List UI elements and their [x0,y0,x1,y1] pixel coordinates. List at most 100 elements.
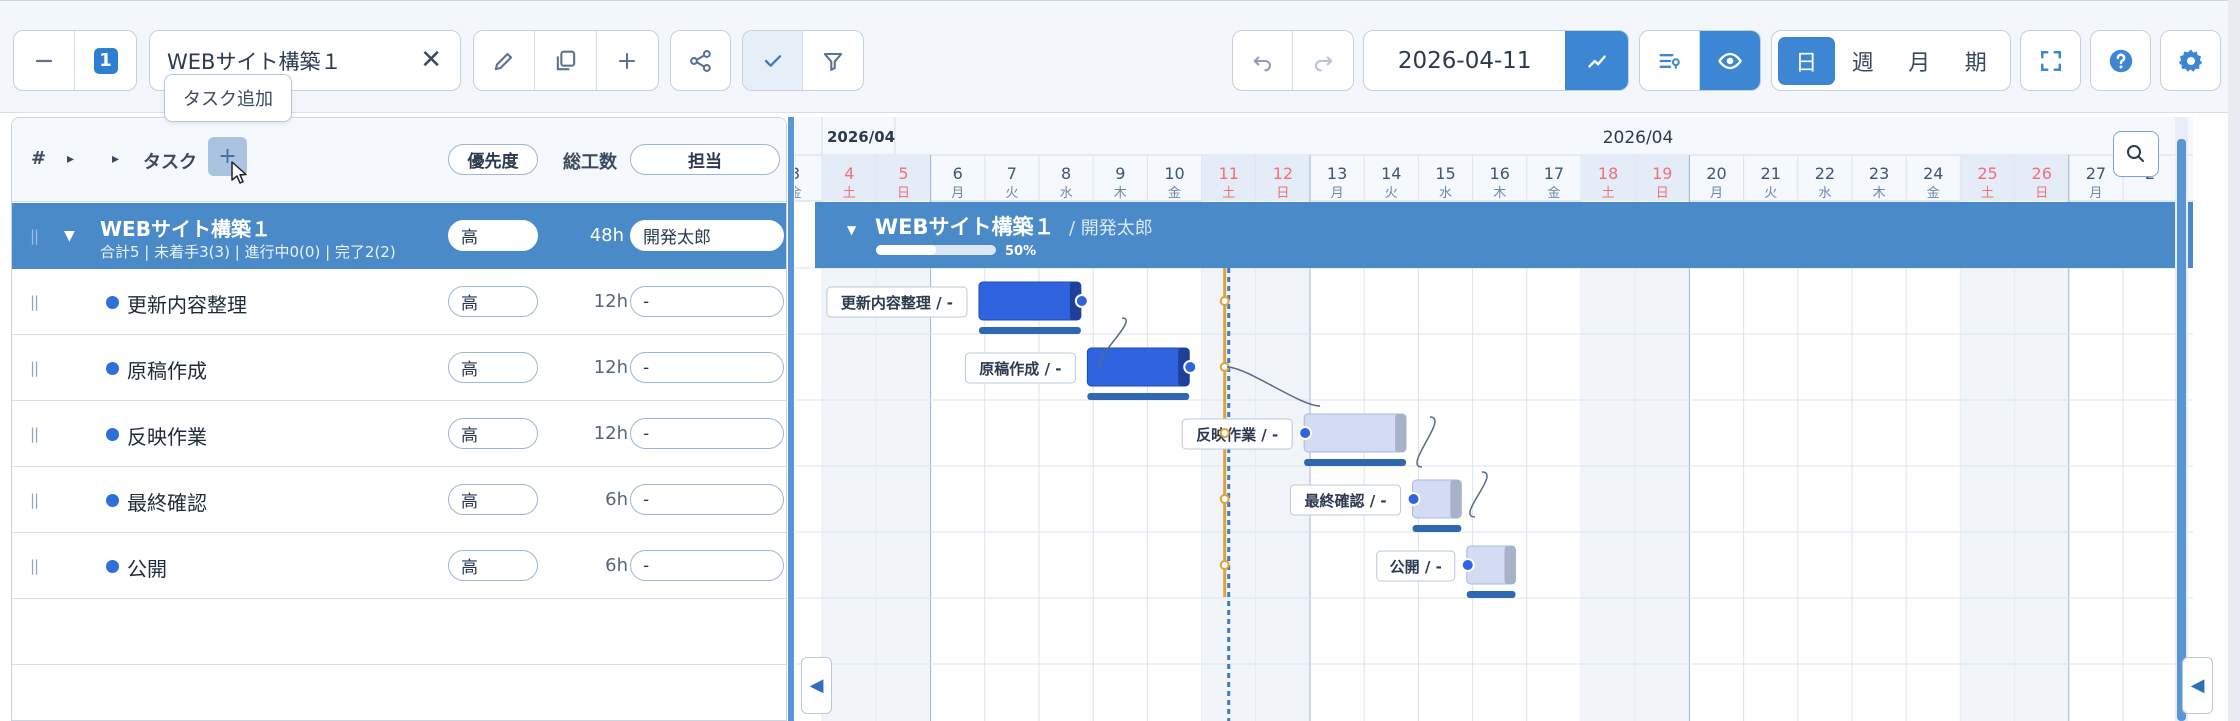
group-priority[interactable]: 高 [448,220,538,251]
table-row[interactable]: || 更新内容整理 高 12h - [12,269,786,335]
collapse-left-button[interactable]: ◀ [801,657,832,714]
task-assignee[interactable]: - [630,418,784,449]
task-bar[interactable] [1303,413,1407,453]
header-priority[interactable]: 優先度 [448,144,538,175]
holiday-column-bg [822,201,877,721]
date-picker[interactable]: 2026-04-11 [1363,30,1629,91]
day-number: 27 [2086,164,2106,183]
today-row-marker [1219,560,1230,570]
task-priority[interactable]: 高 [448,286,538,317]
task-bar-underline [978,327,1081,334]
task-priority[interactable]: 高 [448,418,538,449]
settings-button[interactable] [2160,30,2221,91]
day-number: 13 [1327,164,1347,183]
gantt-search-button[interactable] [2113,131,2159,177]
weekday-label: 月 [2089,186,2102,201]
status-dot-icon [106,560,119,573]
check-button[interactable] [743,31,804,90]
dependency-dot[interactable] [1460,558,1475,572]
view-month-button[interactable]: 月 [1891,37,1948,85]
chevron-left-icon: ◀ [809,675,824,696]
pencil-icon [494,52,513,70]
task-bar-handle[interactable] [1450,480,1462,518]
header-assignee[interactable]: 担当 [630,144,780,175]
trend-button[interactable] [1565,31,1628,90]
collapse-triangle-icon[interactable]: ▼ [64,228,75,244]
group-progress-label: 50% [1005,244,1036,259]
weekday-label: 水 [1439,186,1452,201]
dependency-dot[interactable] [1406,492,1421,506]
undo-button[interactable] [1233,31,1294,90]
drag-handle-icon[interactable]: || [30,293,39,311]
right-scrollbar[interactable] [2175,117,2188,721]
task-name: 公開 [127,557,167,581]
redo-button[interactable] [1293,31,1353,90]
cursor-icon [231,161,247,184]
group-assignee[interactable]: 開発太郎 [630,220,784,251]
table-row[interactable]: || 最終確認 高 6h - [12,467,786,533]
drag-handle-icon[interactable]: || [30,425,39,443]
eye-button[interactable] [1700,31,1760,90]
task-bar-underline [1087,393,1190,400]
collapse-right-button[interactable]: ◀ [2182,657,2213,714]
right-scrollbar-thumb[interactable] [2177,139,2186,721]
group-progress-fill [876,245,936,255]
edit-button[interactable] [474,31,536,90]
expand-all-button[interactable]: ▸ [67,151,74,167]
drag-handle-icon[interactable]: || [30,557,39,575]
task-bar[interactable] [978,281,1082,321]
task-priority[interactable]: 高 [448,550,538,581]
task-hours: 12h [593,357,628,378]
task-priority[interactable]: 高 [448,484,538,515]
weekday-label: 金 [1168,185,1181,201]
copy-button[interactable] [535,31,597,90]
expand-level-button[interactable]: ▸ [112,151,119,167]
group-collapse-icon[interactable]: ▼ [847,223,857,237]
dependency-dot[interactable] [1074,294,1089,308]
view-day-button[interactable]: 日 [1778,36,1835,85]
undo-redo-group [1232,30,1354,91]
dependency-connector [1416,416,1436,468]
view-week-button[interactable]: 週 [1835,37,1892,85]
task-assignee[interactable]: - [630,286,784,317]
gear-icon [2178,49,2202,72]
share-button[interactable] [671,31,730,90]
group-row[interactable]: || ▼ WEBサイト構築１ 合計5 | 未着手3(3) | 進行中0(0) |… [12,203,786,269]
weekday-label: 月 [951,186,964,201]
panel-divider[interactable] [788,117,794,721]
filter-button[interactable] [803,31,863,90]
weekday-label: 金 [1927,185,1940,201]
help-button[interactable] [2090,30,2151,91]
table-row[interactable]: || 原稿作成 高 12h - [12,335,786,401]
check-filter-group [742,30,864,91]
drag-handle-icon[interactable]: || [30,227,39,245]
dependency-dot[interactable] [1298,426,1313,440]
drag-handle-icon[interactable]: || [30,491,39,509]
weekday-label: 土 [1981,186,1994,201]
task-hours: 12h [593,291,628,312]
list-settings-button[interactable] [1640,31,1701,90]
table-row[interactable]: || 公開 高 6h - [12,533,786,599]
task-bar-handle[interactable] [1504,546,1516,584]
task-assignee[interactable]: - [630,550,784,581]
status-dot-icon [106,296,119,309]
task-assignee[interactable]: - [630,352,784,383]
fullscreen-button[interactable] [2020,30,2081,91]
task-assignee[interactable]: - [630,484,784,515]
task-table-header: # ▸ ▸ タスク + 優先度 総工数 担当 [12,118,786,202]
task-label: 原稿作成 / - [979,360,1061,378]
level-button[interactable]: 1 [75,31,136,90]
drag-handle-icon[interactable]: || [30,359,39,377]
table-row[interactable]: || 反映作業 高 12h - [12,401,786,467]
weekday-label: 水 [1060,186,1073,201]
dependency-dot[interactable] [1183,360,1198,374]
check-icon [764,54,781,67]
today-row-marker [1219,428,1230,438]
collapse-button[interactable] [14,31,76,90]
close-icon[interactable]: ✕ [420,45,442,75]
add-button[interactable] [597,31,658,90]
task-bar-handle[interactable] [1395,414,1407,452]
task-priority[interactable]: 高 [448,352,538,383]
view-term-button[interactable]: 期 [1948,37,2005,85]
status-dot-icon [106,428,119,441]
